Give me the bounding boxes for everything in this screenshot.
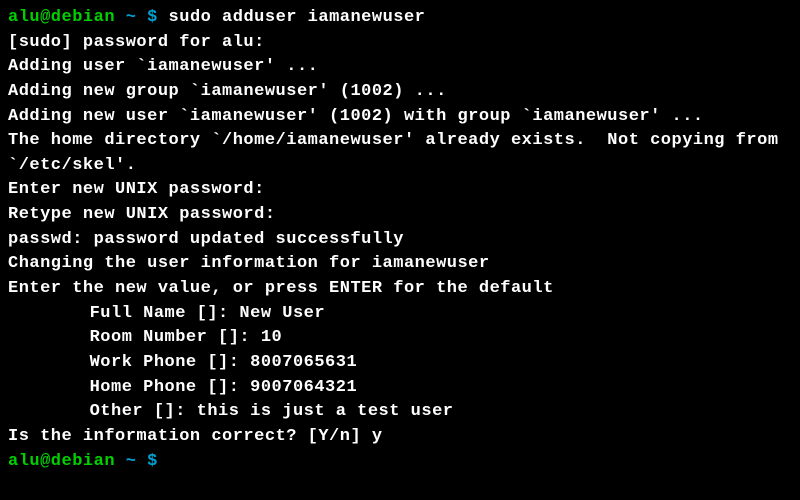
output-adding-group: Adding new group `iamanewuser' (1002) ..… xyxy=(8,80,792,105)
command-line-2[interactable]: alu@debian ~ $ xyxy=(8,450,792,475)
prompt-separator: ~ $ xyxy=(115,8,169,27)
prompt-user-host: alu@debian xyxy=(8,8,115,27)
output-work-phone: Work Phone []: 8007065631 xyxy=(8,351,792,376)
output-enter-value: Enter the new value, or press ENTER for … xyxy=(8,277,792,302)
output-passwd-success: passwd: password updated successfully xyxy=(8,228,792,253)
output-adding-new-user: Adding new user `iamanewuser' (1002) wit… xyxy=(8,105,792,130)
output-enter-password: Enter new UNIX password: xyxy=(8,178,792,203)
output-other: Other []: this is just a test user xyxy=(8,400,792,425)
command-text: sudo adduser iamanewuser xyxy=(169,8,426,27)
output-confirm: Is the information correct? [Y/n] y xyxy=(8,425,792,450)
prompt-separator: ~ $ xyxy=(115,452,169,471)
output-room-number: Room Number []: 10 xyxy=(8,326,792,351)
command-line-1: alu@debian ~ $ sudo adduser iamanewuser xyxy=(8,6,792,31)
output-home-phone: Home Phone []: 9007064321 xyxy=(8,376,792,401)
output-sudo-password: [sudo] password for alu: xyxy=(8,31,792,56)
output-adding-user: Adding user `iamanewuser' ... xyxy=(8,55,792,80)
prompt-user-host: alu@debian xyxy=(8,452,115,471)
output-full-name: Full Name []: New User xyxy=(8,302,792,327)
output-retype-password: Retype new UNIX password: xyxy=(8,203,792,228)
output-home-dir: The home directory `/home/iamanewuser' a… xyxy=(8,129,792,178)
output-changing-info: Changing the user information for iamane… xyxy=(8,252,792,277)
